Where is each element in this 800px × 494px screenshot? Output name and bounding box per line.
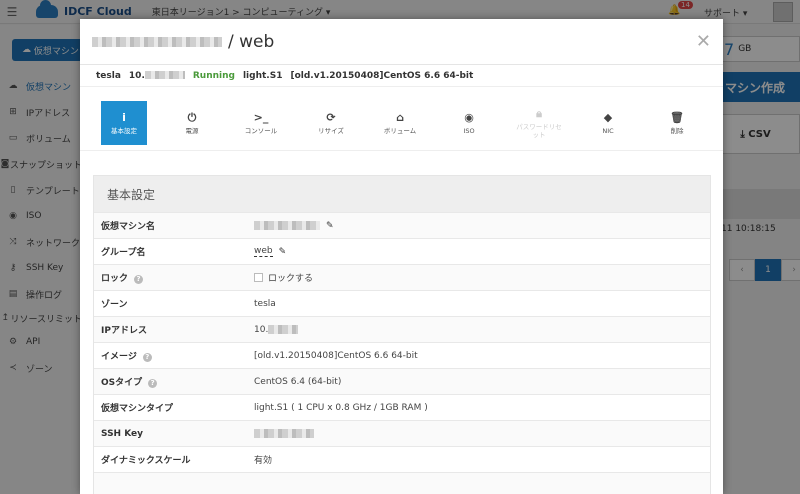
info-image: [old.v1.20150408]CentOS 6.6 64-bit <box>290 70 474 81</box>
redacted-vm-name <box>254 221 320 230</box>
group-name-value[interactable]: web <box>254 246 273 257</box>
info-ip: 10. <box>129 71 185 81</box>
tab-basic-settings[interactable]: i 基本設定 <box>101 101 147 145</box>
modal-title: / web <box>228 31 275 52</box>
table-row: OSタイプ? CentOS 6.4 (64-bit) <box>94 368 710 394</box>
redacted-ssh-key <box>254 429 314 438</box>
row-value: 有効 <box>254 456 273 466</box>
row-value: [old.v1.20150408]CentOS 6.6 64-bit <box>254 350 418 361</box>
tag-icon: ◆ <box>603 110 613 124</box>
row-value <box>254 429 314 438</box>
pencil-icon[interactable]: ✎ <box>279 247 287 257</box>
row-label: IPアドレス <box>101 326 147 336</box>
row-value: 10. <box>254 325 299 335</box>
info-icon: i <box>122 110 126 124</box>
row-label: 仮想マシンタイプ <box>101 404 174 414</box>
redacted-vm-name <box>92 36 222 47</box>
tab-iso[interactable]: ◉ ISO <box>446 101 492 145</box>
vm-info-bar: tesla 10. Running light.S1 [old.v1.20150… <box>80 65 723 87</box>
tab-nic[interactable]: ◆ NIC <box>585 101 631 145</box>
row-label: SSH Key <box>101 428 144 439</box>
action-toolbar: i 基本設定 ⏻ 電源 >_ コンソール ⟳ リサイズ ⌂ ボリューム ◉ ISO 🔒︎ パス… <box>80 87 723 151</box>
table-row: ゾーン tesla <box>94 290 710 316</box>
info-plan: light.S1 <box>242 70 283 81</box>
redacted-ip <box>144 71 185 79</box>
settings-table: 仮想マシン名 ✎ グループ名 web ✎ ロック? ロックする ゾーン tesla… <box>94 212 710 494</box>
row-value: light.S1 ( 1 CPU x 0.8 GHz / 1GB RAM ) <box>254 402 428 413</box>
tab-console[interactable]: >_ コンソール <box>238 101 284 145</box>
table-row: グループ名 web ✎ <box>94 238 710 264</box>
row-value: CentOS 6.4 (64-bit) <box>254 376 342 387</box>
row-label: ロック? <box>94 271 254 284</box>
row-label: ダイナミックスケール <box>101 456 191 466</box>
tab-password-reset[interactable]: 🔒︎ パスワードリセット <box>516 101 562 145</box>
help-icon[interactable]: ? <box>148 379 158 388</box>
disc-icon: ◉ <box>464 110 474 124</box>
vm-detail-modal: / web ✕ tesla 10. Running light.S1 [old.… <box>80 19 723 494</box>
terminal-icon: >_ <box>253 110 269 124</box>
tab-volume[interactable]: ⌂ ボリューム <box>377 101 423 145</box>
row-label: ゾーン <box>101 300 128 310</box>
pencil-icon[interactable]: ✎ <box>326 221 334 231</box>
status-badge: Running <box>192 70 235 81</box>
table-row: SSH Key <box>94 420 710 446</box>
tab-delete[interactable]: 🗑︎ 削除 <box>654 101 700 145</box>
lock-checkbox[interactable] <box>254 273 263 282</box>
table-row <box>94 472 710 494</box>
tab-resize[interactable]: ⟳ リサイズ <box>308 101 354 145</box>
table-row: ロック? ロックする <box>94 264 710 290</box>
help-icon[interactable]: ? <box>142 353 152 362</box>
table-row: イメージ? [old.v1.20150408]CentOS 6.6 64-bit <box>94 342 710 368</box>
modal-header: / web <box>80 19 723 65</box>
row-value: ロックする <box>254 271 313 284</box>
table-row: ダイナミックスケール 有効 <box>94 446 710 472</box>
section-title: 基本設定 <box>94 176 710 212</box>
row-label: 仮想マシン名 <box>101 222 156 232</box>
drive-icon: ⌂ <box>396 110 404 124</box>
table-row: 仮想マシン名 ✎ <box>94 212 710 238</box>
row-label: グループ名 <box>101 248 146 258</box>
redacted-ip <box>268 325 299 334</box>
info-zone: tesla <box>96 70 121 81</box>
table-row: IPアドレス 10. <box>94 316 710 342</box>
row-label: OSタイプ? <box>94 375 254 388</box>
trash-icon: 🗑︎ <box>670 110 684 124</box>
basic-settings-section: 基本設定 仮想マシン名 ✎ グループ名 web ✎ ロック? ロックする ゾーン … <box>93 175 711 494</box>
help-icon[interactable]: ? <box>134 275 144 284</box>
refresh-icon: ⟳ <box>326 110 336 124</box>
row-value: ✎ <box>254 221 334 231</box>
table-row: 仮想マシンタイプ light.S1 ( 1 CPU x 0.8 GHz / 1G… <box>94 394 710 420</box>
lock-icon: 🔒︎ <box>536 106 542 120</box>
tab-power[interactable]: ⏻ 電源 <box>169 101 215 145</box>
row-value: tesla <box>254 298 276 309</box>
power-icon: ⏻ <box>187 110 197 124</box>
row-value: web ✎ <box>254 246 286 257</box>
close-icon[interactable]: ✕ <box>696 31 711 52</box>
row-label: イメージ? <box>94 349 254 362</box>
